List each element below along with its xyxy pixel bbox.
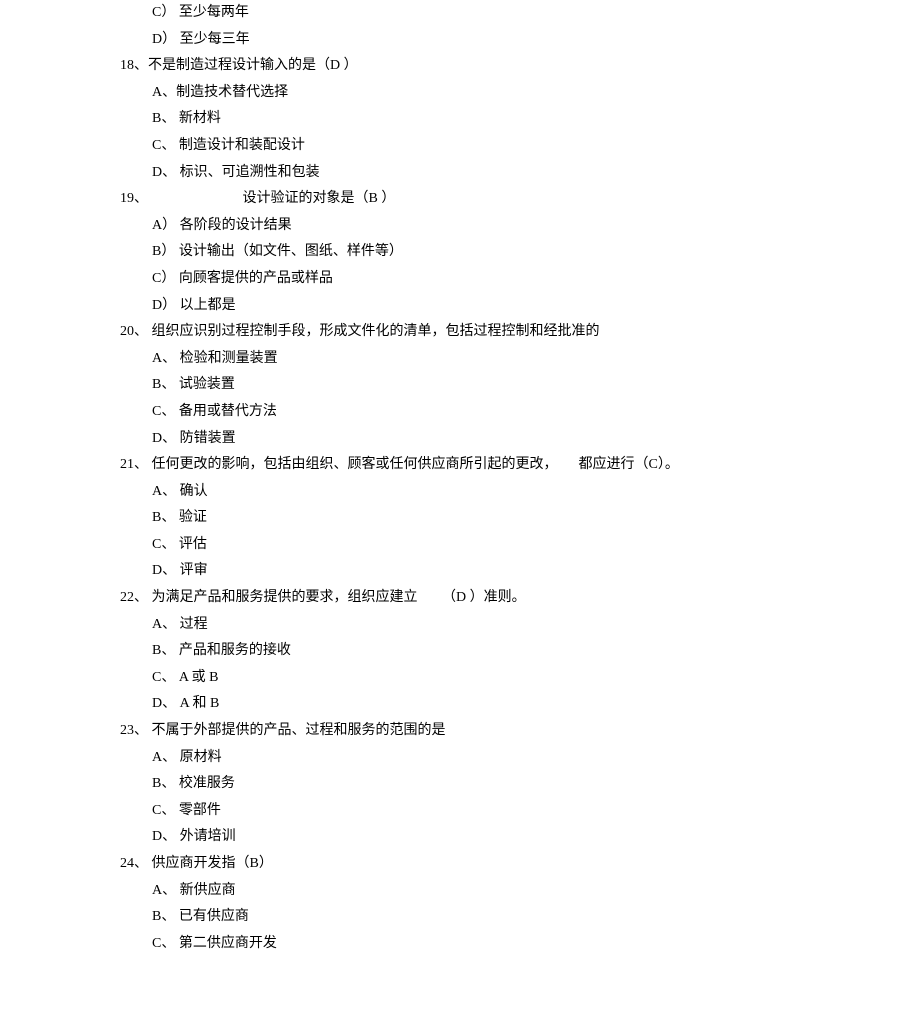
text-line: A、制造技术替代选择 (152, 80, 800, 107)
text-line: B、 新材料 (152, 106, 800, 133)
text-line: C） 向顾客提供的产品或样品 (152, 266, 800, 293)
text-line: 19、 设计验证的对象是（B ） (120, 186, 800, 213)
document-body: C） 至少每两年D） 至少每三年18、不是制造过程设计输入的是（D ）A、制造技… (120, 0, 800, 957)
text-line: B、 验证 (152, 505, 800, 532)
text-line: C、 备用或替代方法 (152, 399, 800, 426)
text-line: 18、不是制造过程设计输入的是（D ） (120, 53, 800, 80)
text-line: A） 各阶段的设计结果 (152, 213, 800, 240)
text-line: 22、 为满足产品和服务提供的要求，组织应建立 （D ）准则。 (120, 585, 800, 612)
text-line: D、 防错装置 (152, 426, 800, 453)
text-line: D、 标识、可追溯性和包装 (152, 160, 800, 187)
text-line: C、 A 或 B (152, 665, 800, 692)
text-line: B、 试验装置 (152, 372, 800, 399)
text-line: B、 校准服务 (152, 771, 800, 798)
text-line: B、 产品和服务的接收 (152, 638, 800, 665)
text-line: A、 原材料 (152, 745, 800, 772)
text-line: 20、 组织应识别过程控制手段，形成文件化的清单，包括过程控制和经批准的 (120, 319, 800, 346)
text-line: D、 A 和 B (152, 691, 800, 718)
text-line: C） 至少每两年 (152, 0, 800, 27)
text-line: A、 确认 (152, 479, 800, 506)
text-line: 24、 供应商开发指（B） (120, 851, 800, 878)
text-line: C、 评估 (152, 532, 800, 559)
text-line: B、 已有供应商 (152, 904, 800, 931)
text-line: D） 至少每三年 (152, 27, 800, 54)
text-line: A、 新供应商 (152, 878, 800, 905)
text-line: C、 第二供应商开发 (152, 931, 800, 958)
text-line: A、 过程 (152, 612, 800, 639)
text-line: 21、 任何更改的影响，包括由组织、顾客或任何供应商所引起的更改， 都应进行（C… (120, 452, 800, 479)
text-line: C、 零部件 (152, 798, 800, 825)
text-line: D、 评审 (152, 558, 800, 585)
text-line: B） 设计输出（如文件、图纸、样件等） (152, 239, 800, 266)
text-line: C、 制造设计和装配设计 (152, 133, 800, 160)
text-line: A、 检验和测量装置 (152, 346, 800, 373)
text-line: D） 以上都是 (152, 293, 800, 320)
text-line: D、 外请培训 (152, 824, 800, 851)
text-line: 23、 不属于外部提供的产品、过程和服务的范围的是 (120, 718, 800, 745)
